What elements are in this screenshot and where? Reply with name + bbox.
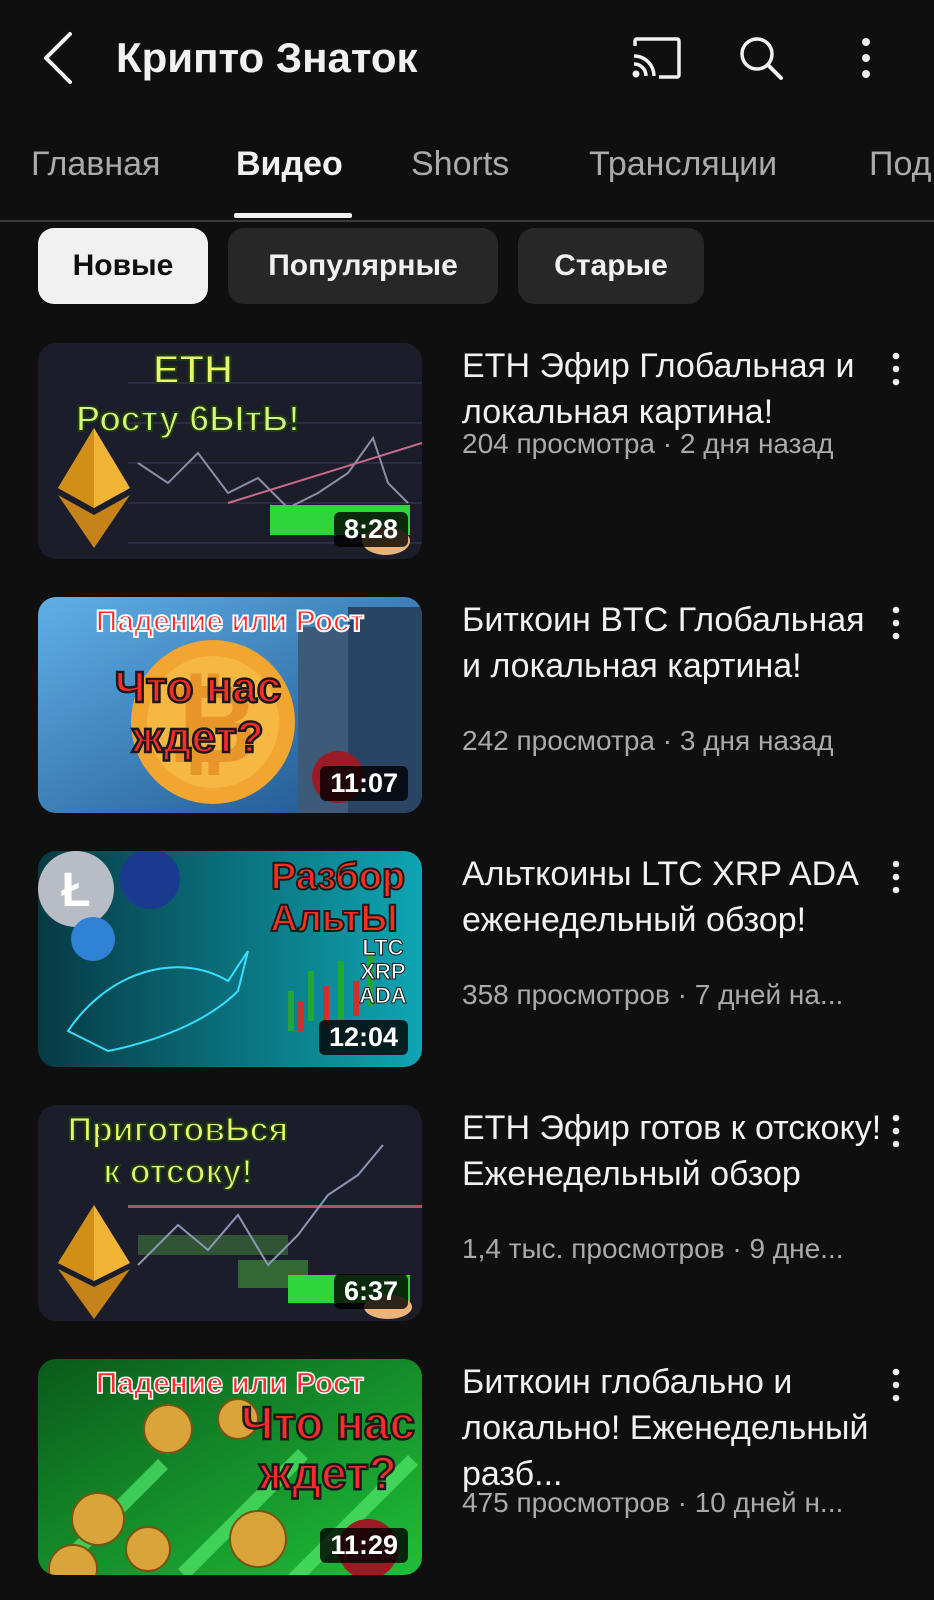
thumb-text: АльтЫ xyxy=(270,898,397,940)
video-duration: 11:29 xyxy=(320,1528,408,1563)
svg-text:Ł: Ł xyxy=(61,864,90,917)
thumb-text: ждет? xyxy=(258,1447,396,1499)
search-button[interactable] xyxy=(733,30,789,86)
chip-oldest[interactable]: Старые xyxy=(518,228,704,304)
more-vert-icon xyxy=(892,1114,900,1148)
video-menu-button[interactable] xyxy=(876,857,916,897)
video-menu-button[interactable] xyxy=(876,603,916,643)
more-vert-icon xyxy=(892,352,900,386)
video-item[interactable]: Ł Разбор АльтЫ LTC XRP ADA 12:04 Альткои… xyxy=(0,851,934,1067)
thumb-text: Что нас xyxy=(115,663,282,712)
video-thumbnail[interactable]: ETH Росту 6ЫтЬ! 8:28 xyxy=(38,343,422,559)
more-vert-icon xyxy=(892,1368,900,1402)
active-tab-indicator xyxy=(234,213,352,218)
back-button[interactable] xyxy=(30,28,86,88)
video-menu-button[interactable] xyxy=(876,349,916,389)
tab-subscriptions[interactable]: Под xyxy=(869,145,931,184)
thumb-text: ADA xyxy=(359,983,407,1008)
more-vert-icon xyxy=(892,606,900,640)
more-vert-icon xyxy=(892,860,900,894)
video-title[interactable]: ETH Эфир готов к отскоку! Еженедельный о… xyxy=(462,1105,892,1197)
video-title[interactable]: Альткоины LTC XRP ADA еженедельный обзор… xyxy=(462,851,892,943)
video-meta: 475 просмотров · 10 дней н... xyxy=(462,1487,844,1518)
more-vert-icon xyxy=(862,38,870,78)
video-item[interactable]: ₿ Падение или Рост Что нас ждет? 11:07 Б… xyxy=(0,597,934,813)
cast-button[interactable] xyxy=(628,30,684,86)
thumb-text: Росту 6ЫтЬ! xyxy=(76,398,300,439)
channel-tabs: Главная Видео Shorts Трансляции Под xyxy=(0,130,934,222)
video-title[interactable]: ETH Эфир Глобальная и локальная картина! xyxy=(462,343,892,435)
cast-icon xyxy=(632,37,681,79)
video-meta: 242 просмотра · 3 дня назад xyxy=(462,725,834,756)
thumb-text: ETH xyxy=(153,348,233,392)
video-meta: 1,4 тыс. просмотров · 9 дне... xyxy=(462,1233,844,1264)
thumb-text: Что нас xyxy=(241,1397,415,1449)
video-duration: 11:07 xyxy=(320,766,408,801)
search-icon xyxy=(740,37,783,80)
tab-home[interactable]: Главная xyxy=(31,145,160,184)
chip-popular[interactable]: Популярные xyxy=(228,228,498,304)
video-duration: 6:37 xyxy=(333,1274,408,1309)
thumb-text: к отсоку! xyxy=(103,1153,253,1191)
tab-videos[interactable]: Видео xyxy=(236,145,343,184)
video-duration: 8:28 xyxy=(333,512,408,547)
channel-title: Крипто Знаток xyxy=(116,34,418,81)
thumb-text: ПриготовЬся xyxy=(68,1111,289,1149)
thumb-text: ждет? xyxy=(131,713,263,762)
video-thumbnail[interactable]: Ł Разбор АльтЫ LTC XRP ADA 12:04 xyxy=(38,851,422,1067)
video-duration: 12:04 xyxy=(318,1020,408,1055)
video-menu-button[interactable] xyxy=(876,1111,916,1151)
video-meta: 358 просмотров · 7 дней на... xyxy=(462,979,844,1010)
video-menu-button[interactable] xyxy=(876,1365,916,1405)
video-item[interactable]: ПриготовЬся к отсоку! 6:37 ETH Эфир гото… xyxy=(0,1105,934,1321)
video-item[interactable]: ETH Росту 6ЫтЬ! 8:28 ETH Эфир Глобальная… xyxy=(0,343,934,559)
video-item[interactable]: Падение или Рост Что нас ждет? 11:29 Бит… xyxy=(0,1359,934,1575)
video-title[interactable]: Биткоин BTC Глобальная и локальная карти… xyxy=(462,597,892,689)
chip-newest[interactable]: Новые xyxy=(38,228,208,304)
more-options-button[interactable] xyxy=(838,30,894,86)
thumb-text: Падение или Рост xyxy=(96,1367,364,1400)
top-app-bar: Крипто Знаток xyxy=(0,0,934,120)
thumb-text: Разбор xyxy=(271,856,405,898)
sort-chips: Новые Популярные Старые xyxy=(0,228,934,306)
video-thumbnail[interactable]: ПриготовЬся к отсоку! 6:37 xyxy=(38,1105,422,1321)
video-thumbnail[interactable]: Падение или Рост Что нас ждет? 11:29 xyxy=(38,1359,422,1575)
thumb-text: LTC xyxy=(362,935,403,960)
arrow-back-icon xyxy=(44,32,72,84)
video-title[interactable]: Биткоин глобально и локально! Еженедельн… xyxy=(462,1359,892,1497)
thumb-text: Падение или Рост xyxy=(96,605,364,638)
tab-shorts[interactable]: Shorts xyxy=(411,145,509,184)
video-meta: 204 просмотра · 2 дня назад xyxy=(462,428,834,459)
tab-live[interactable]: Трансляции xyxy=(589,145,777,184)
thumb-text: XRP xyxy=(360,959,405,984)
video-thumbnail[interactable]: ₿ Падение или Рост Что нас ждет? 11:07 xyxy=(38,597,422,813)
